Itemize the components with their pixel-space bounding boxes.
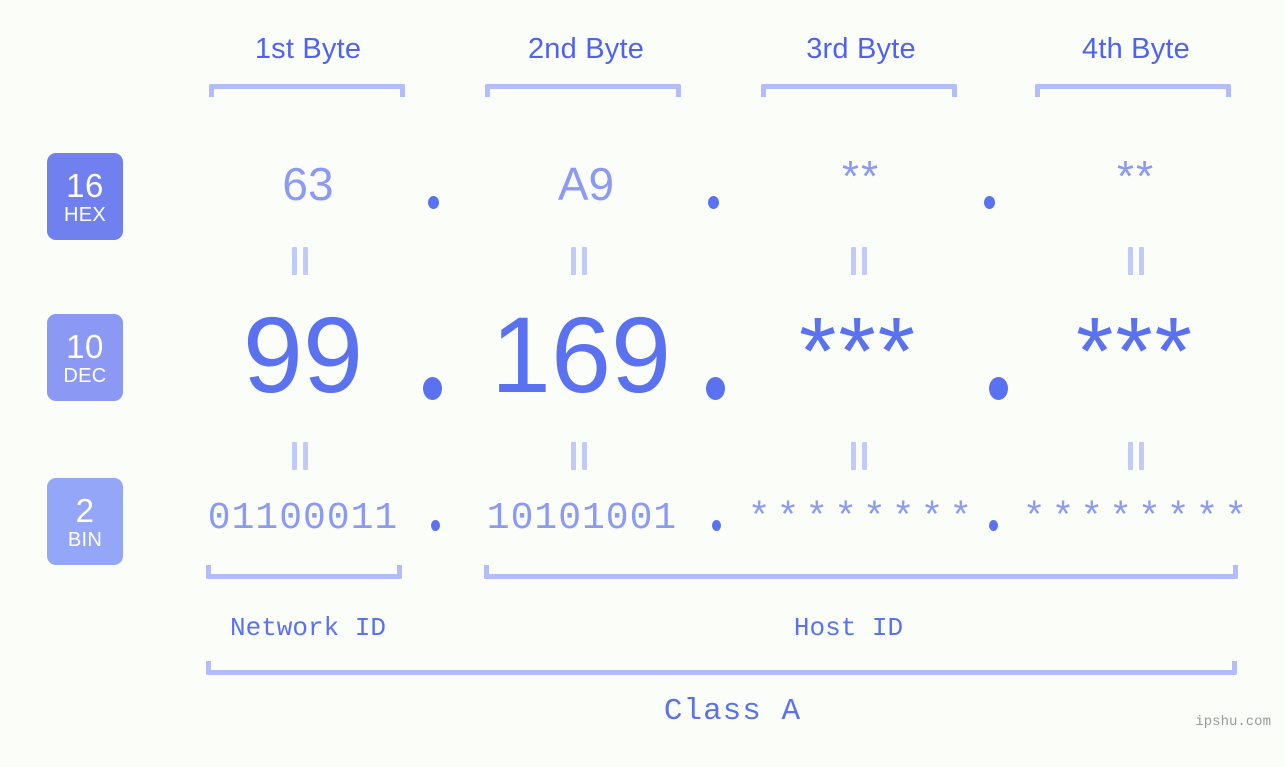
base-badge-dec: 10 DEC — [47, 314, 123, 401]
bin-separator-1 — [431, 520, 440, 531]
base-badge-bin-number: 2 — [75, 491, 95, 529]
bin-separator-2 — [712, 520, 721, 531]
network-id-label: Network ID — [229, 613, 387, 643]
dec-separator-2 — [706, 377, 725, 400]
bin-separator-3 — [989, 520, 998, 531]
equals-connector-hex-dec-2 — [571, 247, 587, 275]
equals-connector-hex-dec-1 — [292, 247, 308, 275]
hex-separator-1 — [428, 196, 439, 209]
dec-byte-4: *** — [1075, 298, 1195, 405]
hex-byte-3: ** — [841, 152, 881, 201]
hex-separator-3 — [984, 196, 995, 209]
byte-header-2: 2nd Byte — [527, 33, 645, 65]
hex-byte-1: 63 — [282, 158, 334, 210]
byte-header-3: 3rd Byte — [806, 33, 916, 65]
byte-header-1: 1st Byte — [254, 33, 362, 65]
host-id-bracket — [484, 565, 1238, 579]
bin-byte-1: 01100011 — [207, 497, 399, 540]
network-id-bracket — [206, 565, 402, 579]
byte-bracket-top-2 — [485, 84, 681, 97]
byte-bracket-top-1 — [209, 84, 405, 97]
equals-connector-dec-bin-4 — [1128, 442, 1144, 470]
byte-bracket-top-3 — [761, 84, 957, 97]
hex-byte-4: ** — [1116, 152, 1156, 201]
dec-separator-1 — [423, 377, 442, 400]
equals-connector-dec-bin-2 — [571, 442, 587, 470]
host-id-label: Host ID — [793, 613, 904, 643]
equals-connector-hex-dec-3 — [851, 247, 867, 275]
base-badge-bin-name: BIN — [67, 528, 103, 551]
hex-byte-2: A9 — [557, 158, 615, 210]
bin-byte-4: ******** — [1022, 497, 1254, 540]
byte-bracket-top-4 — [1035, 84, 1231, 97]
watermark: ipshu.com — [1195, 714, 1271, 730]
dec-byte-2: 169 — [490, 294, 672, 415]
base-badge-bin: 2 BIN — [47, 478, 123, 565]
dec-byte-3: *** — [798, 298, 918, 405]
class-label: Class A — [663, 694, 802, 729]
dec-separator-3 — [989, 377, 1008, 400]
ip-byte-diagram: 1st Byte 2nd Byte 3rd Byte 4th Byte 16 H… — [0, 0, 1285, 767]
base-badge-dec-name: DEC — [63, 364, 107, 387]
hex-separator-2 — [708, 196, 719, 209]
equals-connector-dec-bin-1 — [292, 442, 308, 470]
base-badge-hex-name: HEX — [63, 203, 107, 226]
base-badge-hex: 16 HEX — [47, 153, 123, 240]
dec-byte-1: 99 — [242, 294, 364, 415]
bin-byte-2: 10101001 — [486, 497, 678, 540]
byte-header-4: 4th Byte — [1082, 33, 1190, 65]
base-badge-dec-number: 10 — [66, 327, 104, 365]
class-bracket — [206, 661, 1237, 675]
equals-connector-dec-bin-3 — [851, 442, 867, 470]
base-badge-hex-number: 16 — [66, 166, 104, 204]
bin-byte-3: ******** — [747, 497, 979, 540]
equals-connector-hex-dec-4 — [1128, 247, 1144, 275]
